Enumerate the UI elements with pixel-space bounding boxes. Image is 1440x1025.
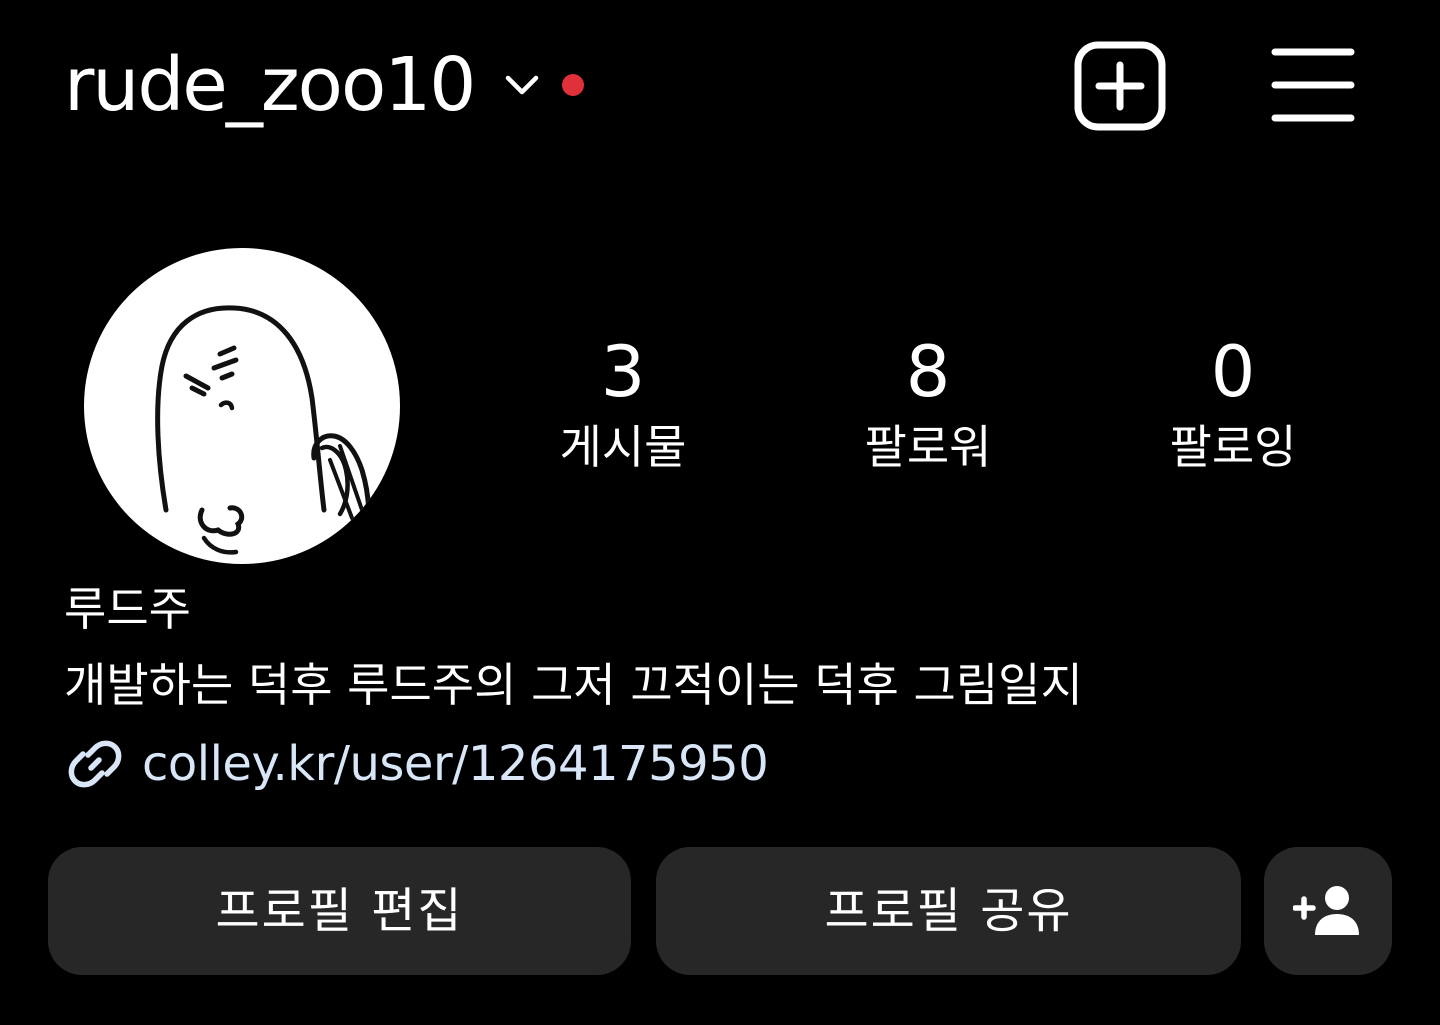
posts-count[interactable]: 3 게시물 <box>493 330 753 476</box>
edit-profile-button[interactable]: 프로필 편집 <box>48 847 631 975</box>
account-switcher[interactable]: rude_zoo10 <box>64 40 585 130</box>
bio-text: 개발하는 덕후 루드주의 그저 끄적이는 덕후 그림일지 <box>64 658 1083 712</box>
menu-button[interactable] <box>1270 44 1356 126</box>
add-person-icon <box>1293 886 1359 935</box>
notification-dot <box>562 74 585 96</box>
hamburger-menu-icon <box>1271 48 1355 122</box>
followers-count-value: 8 <box>905 331 951 413</box>
posts-count-value: 3 <box>600 331 646 413</box>
create-post-button[interactable] <box>1074 41 1166 131</box>
following-count-value: 0 <box>1210 331 1256 413</box>
followers-count-label: 팔로워 <box>864 420 992 474</box>
ghost-character-avatar <box>155 305 372 555</box>
chevron-down-icon <box>502 65 542 105</box>
followers-count[interactable]: 8 팔로워 <box>798 330 1058 476</box>
plus-square-icon <box>1074 41 1166 131</box>
following-count[interactable]: 0 팔로잉 <box>1103 330 1363 476</box>
share-profile-label: 프로필 공유 <box>824 883 1073 939</box>
edit-profile-label: 프로필 편집 <box>215 883 464 939</box>
posts-count-label: 게시물 <box>559 420 687 474</box>
following-count-label: 팔로잉 <box>1169 420 1297 474</box>
display-name: 루드주 <box>64 582 191 636</box>
username: rude_zoo10 <box>64 42 476 128</box>
link-icon <box>64 733 126 795</box>
top-bar: rude_zoo10 <box>0 0 1440 170</box>
bio-link-text: colley.kr/user/1264175950 <box>142 736 769 792</box>
discover-people-button[interactable] <box>1264 847 1392 975</box>
share-profile-button[interactable]: 프로필 공유 <box>656 847 1241 975</box>
profile-avatar[interactable] <box>84 248 400 564</box>
bio-link[interactable]: colley.kr/user/1264175950 <box>64 732 769 796</box>
